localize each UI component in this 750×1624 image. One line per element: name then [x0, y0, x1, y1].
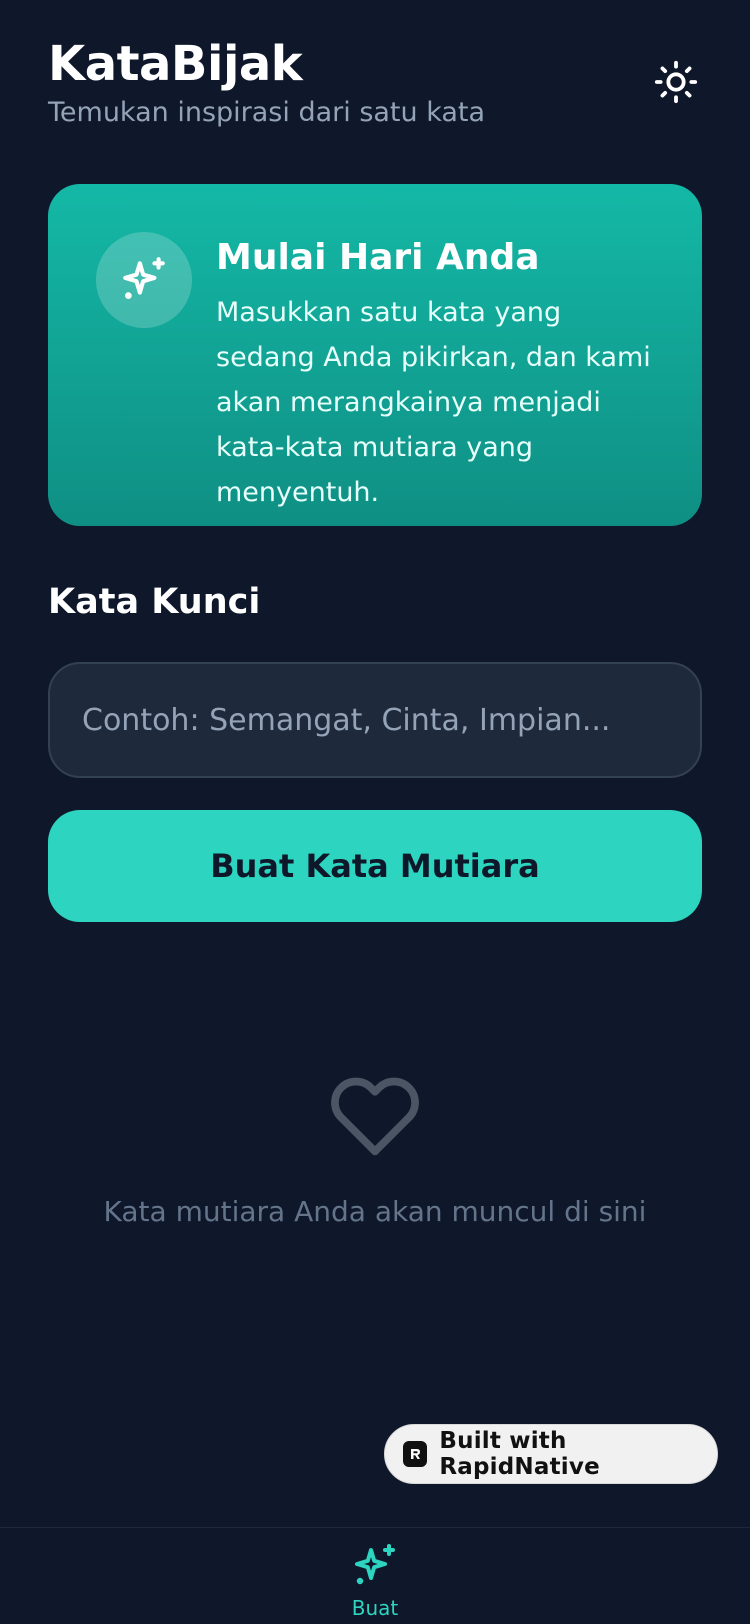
tab-create-label: Buat — [351, 1596, 399, 1620]
empty-state-text: Kata mutiara Anda akan muncul di sini — [103, 1195, 647, 1228]
empty-state: Kata mutiara Anda akan muncul di sini — [48, 1070, 702, 1230]
rapidnative-logo-icon — [403, 1441, 428, 1467]
generate-quote-button[interactable]: Buat Kata Mutiara — [48, 810, 702, 922]
keyword-label: Kata Kunci — [48, 582, 261, 622]
sparkles-icon — [123, 257, 165, 299]
bottom-tab-bar: Buat — [0, 1527, 750, 1624]
intro-icon-circle — [96, 232, 192, 328]
header: KataBijak Temukan inspirasi dari satu ka… — [48, 34, 702, 134]
app-subtitle: Temukan inspirasi dari satu kata — [48, 97, 486, 128]
theme-toggle-button[interactable] — [650, 56, 702, 108]
rapidnative-mark-icon — [411, 1449, 421, 1459]
app-title: KataBijak — [48, 36, 303, 92]
sparkles-icon — [355, 1544, 395, 1585]
heart-icon — [331, 1077, 419, 1156]
intro-title: Mulai Hari Anda — [216, 237, 540, 278]
app-root: KataBijak Temukan inspirasi dari satu ka… — [0, 0, 750, 1624]
sun-icon — [654, 60, 698, 104]
intro-body: Masukkan satu kata yang sedang Anda piki… — [216, 297, 651, 508]
built-with-label: Built with RapidNative — [439, 1428, 600, 1480]
tab-create[interactable]: Buat — [325, 1542, 425, 1624]
intro-card: Mulai Hari Anda Masukkan satu kata yang … — [48, 184, 702, 526]
keyword-input[interactable] — [48, 662, 702, 778]
built-with-badge[interactable]: Built with RapidNative — [384, 1424, 718, 1484]
intro-text: Mulai Hari Anda Masukkan satu kata yang … — [216, 236, 662, 515]
